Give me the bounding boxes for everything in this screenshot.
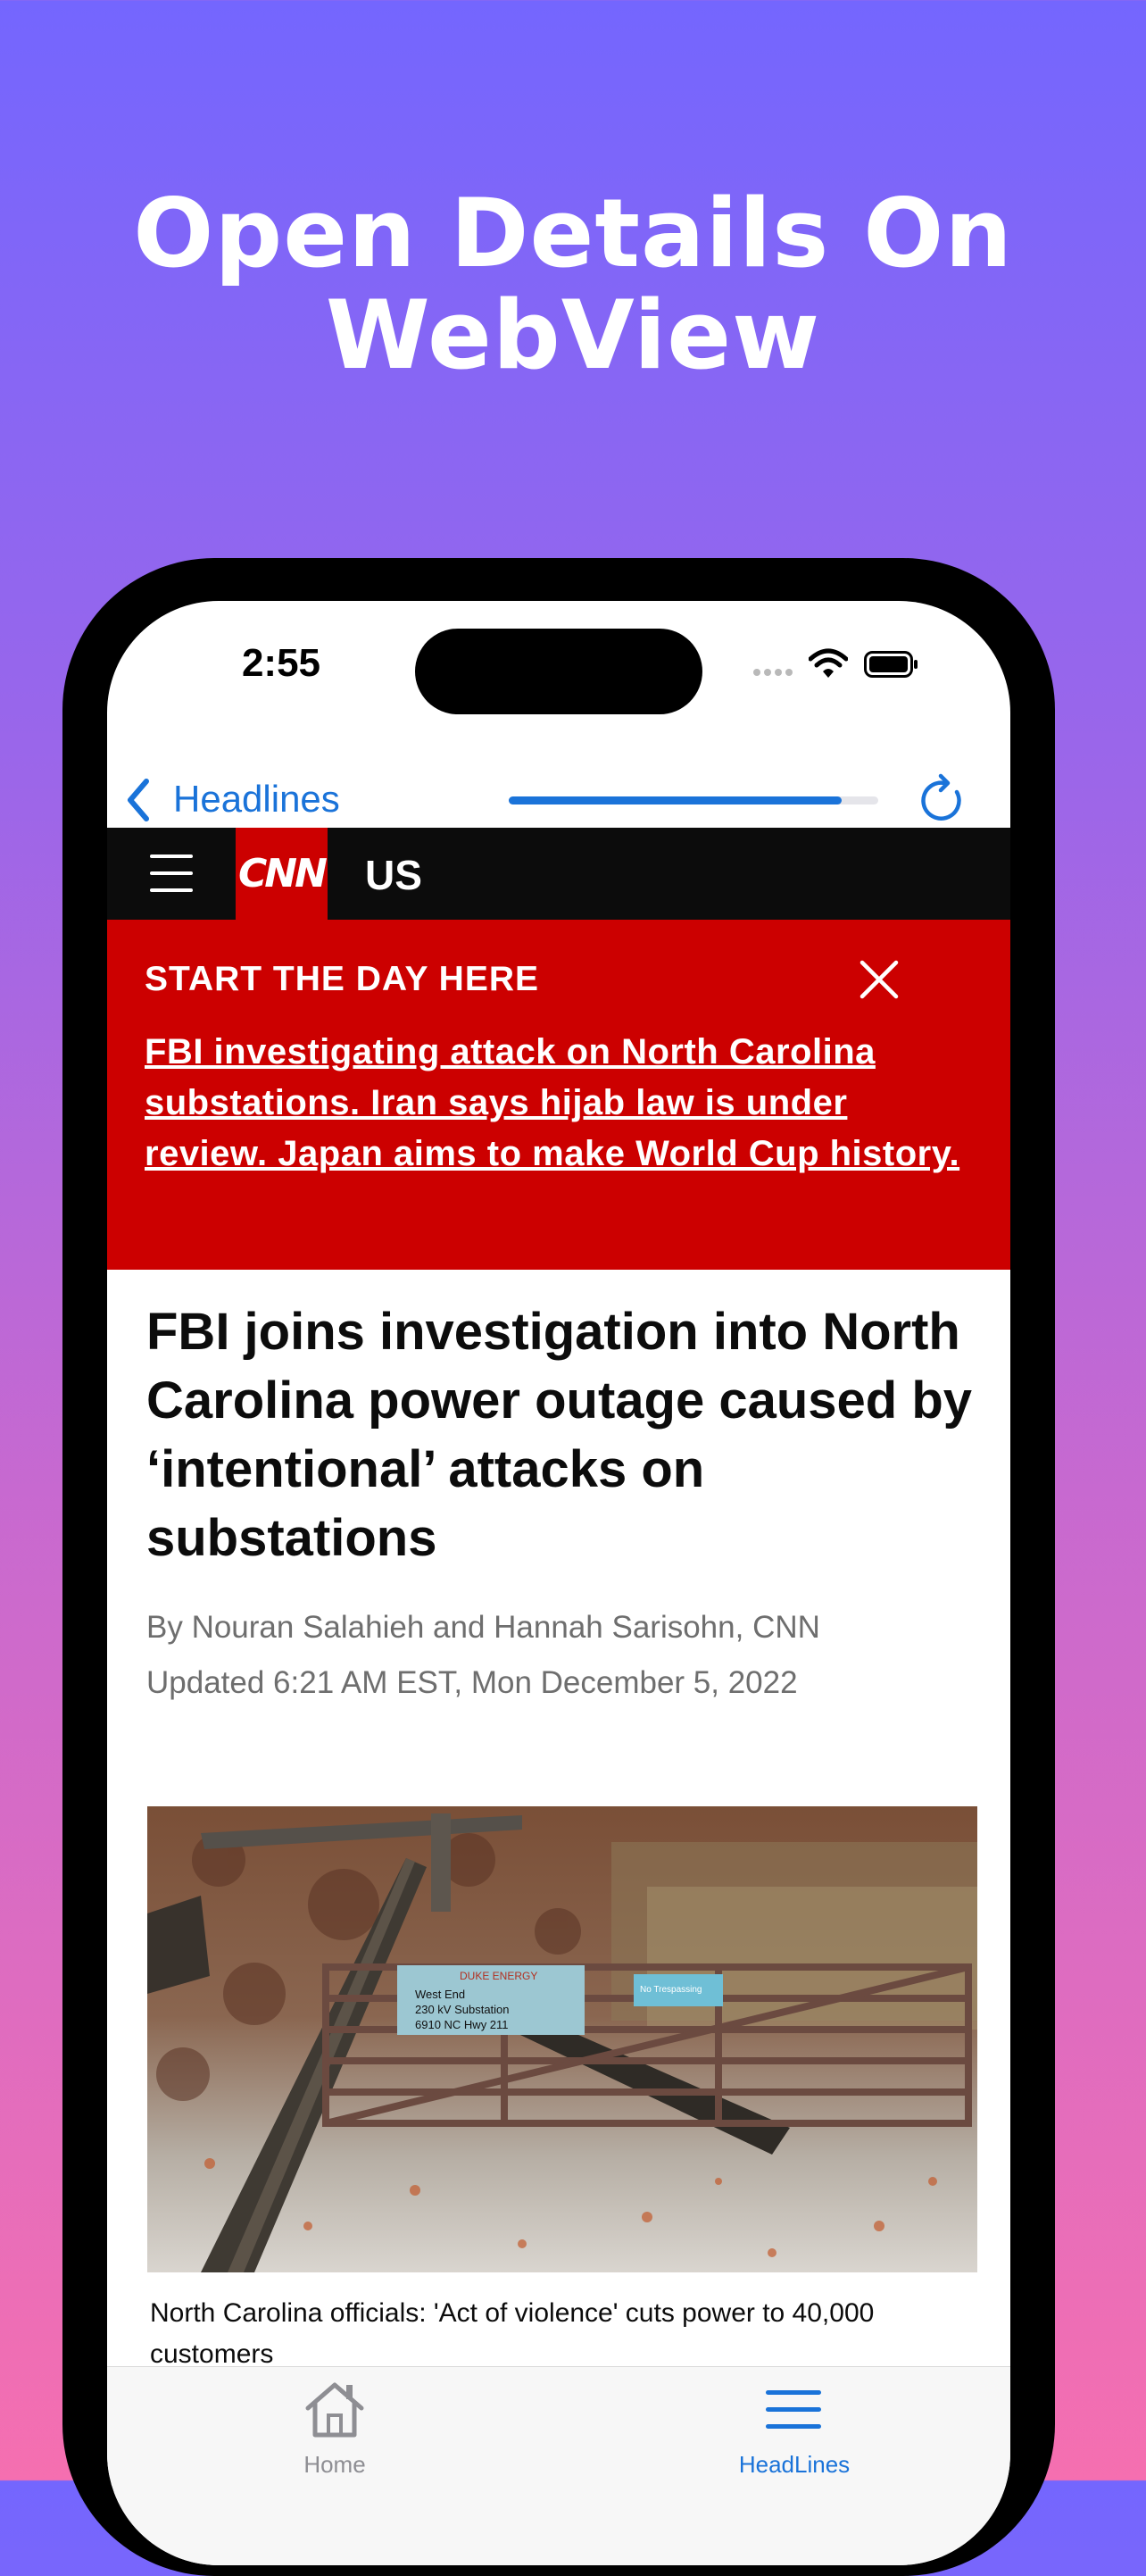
chevron-left-icon[interactable] — [125, 778, 152, 822]
wifi-icon — [809, 648, 848, 678]
photo-sign-small: No Trespassing — [640, 1985, 702, 1995]
photo-sign-line2: 230 kV Substation — [415, 2003, 510, 2016]
status-time: 2:55 — [241, 641, 321, 685]
promo-title-line1: Open Details On — [133, 179, 1013, 288]
menu-icon[interactable] — [150, 854, 193, 892]
reload-icon[interactable] — [918, 772, 967, 826]
back-button[interactable]: Headlines — [173, 778, 340, 821]
article-updated: Updated 6:21 AM EST, Mon December 5, 202… — [146, 1665, 798, 1700]
phone-screen: 2:55 Headlines CNN US START THE DAY HERE… — [107, 601, 1010, 2565]
photo-caption: North Carolina officials: 'Act of violen… — [150, 2298, 875, 2369]
banner-heading: START THE DAY HERE — [145, 960, 540, 998]
page-load-progress — [509, 796, 878, 804]
dynamic-island — [415, 629, 702, 714]
tab-bar: Home HeadLines — [107, 2366, 1010, 2565]
signal-icon — [753, 664, 796, 680]
status-indicators — [753, 646, 923, 690]
article-byline: By Nouran Salahieh and Hannah Sarisohn, … — [146, 1610, 820, 1645]
close-icon[interactable] — [857, 957, 901, 1002]
photo-sign-line1: West End — [415, 1988, 465, 2001]
promo-title: Open Details On WebView — [0, 183, 1146, 387]
article-headline: FBI joins investigation into North Carol… — [146, 1303, 972, 1567]
battery-icon — [864, 651, 918, 678]
cnn-header: CNN US — [107, 828, 1010, 920]
start-the-day-banner: START THE DAY HERE FBI investigating att… — [107, 920, 1010, 1270]
promo-title-line2: WebView — [325, 280, 821, 390]
article-photo: DUKE ENERGY West End 230 kV Substation 6… — [147, 1806, 977, 2272]
tab-headlines[interactable]: HeadLines — [714, 2451, 875, 2479]
headlines-list-icon[interactable] — [766, 2390, 821, 2430]
tab-home[interactable]: Home — [277, 2451, 393, 2479]
section-label[interactable]: US — [365, 851, 422, 899]
page-load-progress-fill — [509, 796, 842, 804]
home-icon[interactable] — [303, 2380, 366, 2438]
photo-sign-line3: 6910 NC Hwy 211 — [415, 2018, 509, 2031]
banner-link[interactable]: FBI investigating attack on North Caroli… — [145, 1027, 966, 1180]
photo-sign-brand: DUKE ENERGY — [460, 1970, 537, 1982]
cnn-logo[interactable]: CNN — [236, 828, 328, 920]
